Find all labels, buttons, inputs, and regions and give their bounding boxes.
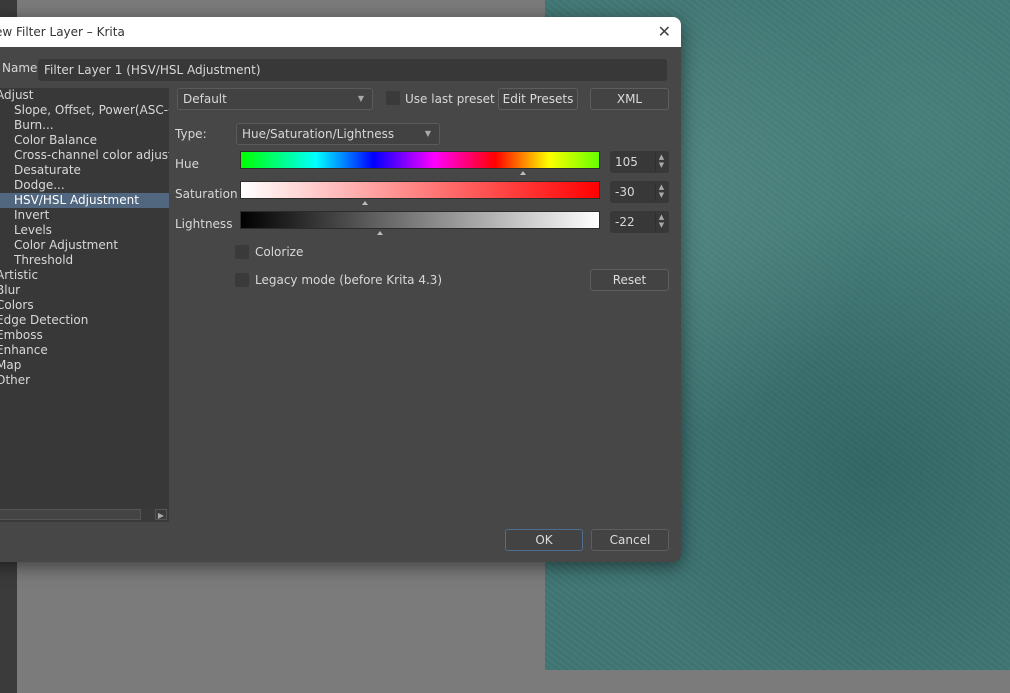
horizontal-scrollbar[interactable]: ▶ xyxy=(0,508,169,522)
saturation-spinbox[interactable]: -30 ▲ ▼ xyxy=(610,181,669,203)
tree-item[interactable]: Cross-channel color adjustment xyxy=(0,148,169,163)
tree-category[interactable]: Edge Detection xyxy=(0,313,169,328)
new-filter-layer-dialog: New Filter Layer – Krita ✕ Name: Filter … xyxy=(0,17,681,562)
tree-item[interactable]: Threshold xyxy=(0,253,169,268)
preset-value: Default xyxy=(183,92,227,106)
cancel-button[interactable]: Cancel xyxy=(591,529,669,551)
colorize-checkbox[interactable] xyxy=(235,245,249,259)
lightness-spinbox[interactable]: -22 ▲ ▼ xyxy=(610,211,669,233)
tree-category[interactable]: Colors xyxy=(0,298,169,313)
hue-slider[interactable] xyxy=(240,151,600,169)
type-value: Hue/Saturation/Lightness xyxy=(242,127,395,141)
hue-value: 105 xyxy=(615,155,638,169)
lightness-slider[interactable] xyxy=(240,211,600,229)
hue-spinbox[interactable]: 105 ▲ ▼ xyxy=(610,151,669,173)
tree-category[interactable]: Blur xyxy=(0,283,169,298)
tree-item[interactable]: Color Balance xyxy=(0,133,169,148)
tree-category[interactable]: Map xyxy=(0,358,169,373)
spin-arrows-icon[interactable]: ▲ ▼ xyxy=(655,183,667,201)
saturation-slider-handle[interactable] xyxy=(362,201,368,205)
filter-tree[interactable]: AdjustSlope, Offset, Power(ASC-CDL)Burn.… xyxy=(0,88,169,522)
chevron-down-icon: ▼ xyxy=(357,94,364,103)
hue-slider-handle[interactable] xyxy=(520,171,526,175)
legacy-mode-label: Legacy mode (before Krita 4.3) xyxy=(255,273,443,287)
tree-item[interactable]: Desaturate xyxy=(0,163,169,178)
lightness-slider-handle[interactable] xyxy=(377,231,383,235)
tree-item[interactable]: Color Adjustment xyxy=(0,238,169,253)
tree-item[interactable]: Burn... xyxy=(0,118,169,133)
tree-category[interactable]: Artistic xyxy=(0,268,169,283)
tree-item[interactable]: Levels xyxy=(0,223,169,238)
type-label: Type: xyxy=(175,127,207,141)
type-combo[interactable]: Hue/Saturation/Lightness ▼ xyxy=(236,123,440,145)
name-label: Name: xyxy=(2,61,42,75)
saturation-value: -30 xyxy=(615,185,635,199)
lightness-label: Lightness xyxy=(175,217,233,231)
name-input[interactable]: Filter Layer 1 (HSV/HSL Adjustment) xyxy=(38,59,667,81)
tree-item[interactable]: Invert xyxy=(0,208,169,223)
tree-category[interactable]: Enhance xyxy=(0,343,169,358)
chevron-down-icon: ▼ xyxy=(424,129,431,138)
preset-combo[interactable]: Default ▼ xyxy=(177,88,373,110)
legacy-mode-checkbox[interactable] xyxy=(235,273,249,287)
reset-button[interactable]: Reset xyxy=(590,269,669,291)
title-bar: New Filter Layer – Krita ✕ xyxy=(0,17,681,47)
saturation-label: Saturation xyxy=(175,187,238,201)
tree-category[interactable]: Other xyxy=(0,373,169,388)
saturation-slider[interactable] xyxy=(240,181,600,199)
spin-arrows-icon[interactable]: ▲ ▼ xyxy=(655,153,667,171)
spin-arrows-icon[interactable]: ▲ ▼ xyxy=(655,213,667,231)
use-last-preset-checkbox[interactable] xyxy=(386,91,400,105)
colorize-label: Colorize xyxy=(255,245,304,259)
ok-button[interactable]: OK xyxy=(505,529,583,551)
tree-item[interactable]: Dodge... xyxy=(0,178,169,193)
tree-item[interactable]: HSV/HSL Adjustment xyxy=(0,193,169,208)
tree-category[interactable]: Adjust xyxy=(0,88,169,103)
scroll-right-icon[interactable]: ▶ xyxy=(155,509,167,520)
hue-label: Hue xyxy=(175,157,200,171)
edit-presets-button[interactable]: Edit Presets xyxy=(498,88,578,110)
close-icon[interactable]: ✕ xyxy=(658,22,671,41)
tree-category[interactable]: Emboss xyxy=(0,328,169,343)
scrollbar-thumb[interactable] xyxy=(0,509,141,520)
lightness-value: -22 xyxy=(615,215,635,229)
use-last-preset-label: Use last preset xyxy=(405,92,495,106)
tree-item[interactable]: Slope, Offset, Power(ASC-CDL) xyxy=(0,103,169,118)
xml-button[interactable]: XML xyxy=(590,88,669,110)
window-title: New Filter Layer – Krita xyxy=(0,25,125,39)
